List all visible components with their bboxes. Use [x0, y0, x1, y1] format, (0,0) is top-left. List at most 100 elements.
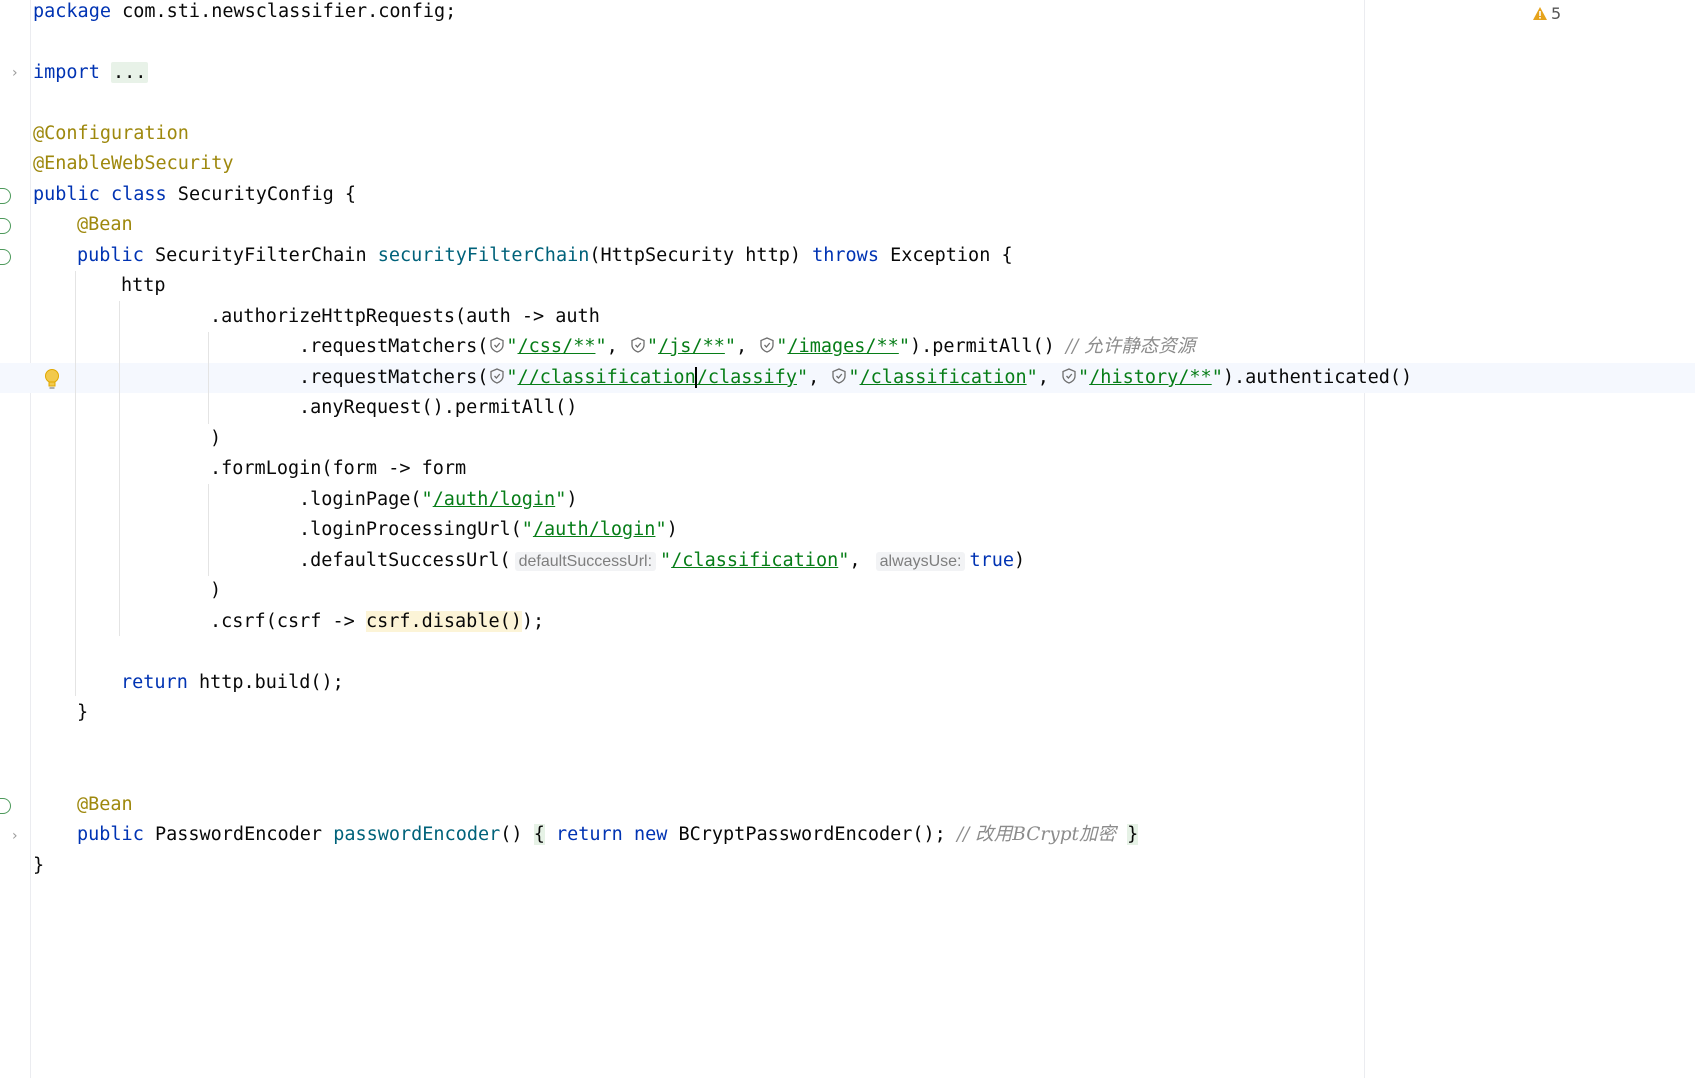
- code-line-login-processing-url[interactable]: .loginProcessingUrl("/auth/login"): [299, 515, 678, 545]
- code-text: PasswordEncoder: [143, 824, 334, 845]
- warnings-count: 5: [1551, 4, 1562, 23]
- code-text: }: [33, 855, 45, 876]
- code-line-csrf[interactable]: .csrf(csrf -> csrf.disable());: [210, 607, 544, 637]
- code-line-annotation[interactable]: @Bean: [77, 210, 133, 240]
- keyword: return: [555, 824, 623, 845]
- spring-bean-gutter-icon[interactable]: [0, 249, 11, 265]
- annotation: @EnableWebSecurity: [33, 153, 234, 174]
- indent-guide: [208, 332, 209, 424]
- code-text: SecurityConfig {: [166, 184, 357, 205]
- code-line-method-decl[interactable]: public SecurityFilterChain securityFilte…: [77, 241, 1013, 271]
- code-line[interactable]: .formLogin(form -> form: [210, 454, 466, 484]
- keyword: public: [77, 824, 144, 845]
- code-text: com.sti.newsclassifier.config;: [110, 1, 457, 22]
- code-text: }: [77, 702, 89, 723]
- shield-check-icon: [490, 337, 504, 353]
- keyword: package: [33, 1, 111, 22]
- code-line[interactable]: .authorizeHttpRequests(auth -> auth: [210, 302, 600, 332]
- code-comment: // 允许静态资源: [1065, 336, 1196, 357]
- code-line-import[interactable]: import ...: [33, 58, 149, 88]
- code-line-password-encoder[interactable]: public PasswordEncoder passwordEncoder()…: [77, 820, 1139, 850]
- shield-check-icon: [832, 368, 846, 384]
- keyword: public: [33, 184, 100, 205]
- code-text: ).authenticated(): [1222, 367, 1413, 388]
- code-line[interactable]: ): [210, 424, 221, 454]
- folded-imports[interactable]: ...: [110, 62, 149, 83]
- keyword: throws: [812, 245, 879, 266]
- code-line-request-matchers[interactable]: .requestMatchers("/css/**", "/js/**", "/…: [299, 332, 1195, 362]
- code-text: .requestMatchers(: [299, 336, 489, 357]
- code-line-annotation[interactable]: @Configuration: [33, 119, 189, 149]
- code-text: ): [566, 489, 578, 510]
- code-text: SecurityFilterChain: [143, 245, 378, 266]
- keyword: import: [33, 62, 100, 83]
- string-literal[interactable]: //classification: [518, 367, 696, 388]
- code-line[interactable]: http: [121, 271, 166, 301]
- warning-icon: [1533, 7, 1547, 20]
- code-text: (HttpSecurity http): [589, 245, 813, 266]
- annotation: @Bean: [77, 214, 133, 235]
- annotation: @Bean: [77, 794, 133, 815]
- keyword: return: [121, 672, 188, 693]
- string-literal[interactable]: /classification: [860, 367, 1027, 388]
- code-line[interactable]: }: [33, 851, 44, 881]
- spring-bean-gutter-icon[interactable]: [0, 798, 11, 814]
- code-line[interactable]: ): [210, 576, 221, 606]
- string-literal[interactable]: /images/**: [787, 336, 898, 357]
- lightbulb-icon[interactable]: [44, 368, 60, 390]
- folded-brace[interactable]: {: [533, 824, 545, 845]
- code-line-package[interactable]: package com.sti.newsclassifier.config;: [33, 0, 456, 27]
- code-line-class-decl[interactable]: public class SecurityConfig {: [33, 180, 356, 210]
- code-text: .loginPage(: [299, 489, 422, 510]
- code-comment: // 改用BCrypt加密: [956, 824, 1116, 845]
- shield-check-icon: [490, 368, 504, 384]
- string-literal[interactable]: /history/**: [1089, 367, 1212, 388]
- string-literal[interactable]: /css/**: [518, 336, 596, 357]
- shield-check-icon: [1062, 368, 1076, 384]
- code-text: .formLogin(form -> form: [210, 458, 467, 479]
- shield-check-icon: [760, 337, 774, 353]
- fold-chevron-icon[interactable]: ›: [12, 58, 18, 88]
- parameter-hint: alwaysUse:: [875, 552, 966, 571]
- string-literal[interactable]: /classify: [697, 367, 797, 388]
- code-text: http: [121, 275, 166, 296]
- indent-guide: [208, 484, 209, 576]
- annotation: @Configuration: [33, 123, 189, 144]
- inspection-warning-highlight[interactable]: csrf.disable(): [365, 611, 522, 632]
- method-name: securityFilterChain: [377, 245, 590, 266]
- string-literal[interactable]: /classification: [671, 550, 838, 571]
- code-text: .anyRequest().permitAll(): [299, 397, 578, 418]
- method-name: passwordEncoder: [333, 824, 501, 845]
- code-line-login-page[interactable]: .loginPage("/auth/login"): [299, 485, 577, 515]
- fold-chevron-icon[interactable]: ›: [12, 821, 18, 851]
- string-literal[interactable]: /auth/login: [533, 519, 656, 540]
- code-line-default-success-url[interactable]: .defaultSuccessUrl(defaultSuccessUrl: "/c…: [299, 546, 1025, 576]
- code-text: ): [210, 580, 222, 601]
- code-line[interactable]: }: [77, 698, 88, 728]
- inspection-warnings[interactable]: 5: [1532, 4, 1561, 23]
- string-literal[interactable]: /auth/login: [433, 489, 556, 510]
- code-text: ): [666, 519, 678, 540]
- code-text: (): [500, 824, 534, 845]
- spring-bean-gutter-icon[interactable]: [0, 218, 11, 234]
- right-margin-guide: [1364, 0, 1365, 1078]
- code-line-request-matchers[interactable]: .requestMatchers("//classification/class…: [299, 363, 1412, 393]
- folded-brace[interactable]: }: [1127, 824, 1139, 845]
- indent-guide: [75, 271, 76, 696]
- code-text: .loginProcessingUrl(: [299, 519, 522, 540]
- code-text: );: [521, 611, 545, 632]
- code-text: BCryptPasswordEncoder();: [667, 824, 957, 845]
- keyword: class: [110, 184, 167, 205]
- keyword: public: [77, 245, 144, 266]
- code-text: http.build();: [187, 672, 344, 693]
- keyword: true: [969, 550, 1015, 571]
- code-line[interactable]: .anyRequest().permitAll(): [299, 393, 577, 423]
- code-line-annotation[interactable]: @Bean: [77, 790, 133, 820]
- indent-guide: [119, 301, 120, 636]
- code-line-return[interactable]: return http.build();: [121, 668, 344, 698]
- code-text: .requestMatchers(: [299, 367, 489, 388]
- string-literal[interactable]: /js/**: [658, 336, 725, 357]
- spring-bean-gutter-icon[interactable]: [0, 188, 11, 204]
- code-line-annotation[interactable]: @EnableWebSecurity: [33, 149, 233, 179]
- code-text: .csrf(csrf ->: [210, 611, 366, 632]
